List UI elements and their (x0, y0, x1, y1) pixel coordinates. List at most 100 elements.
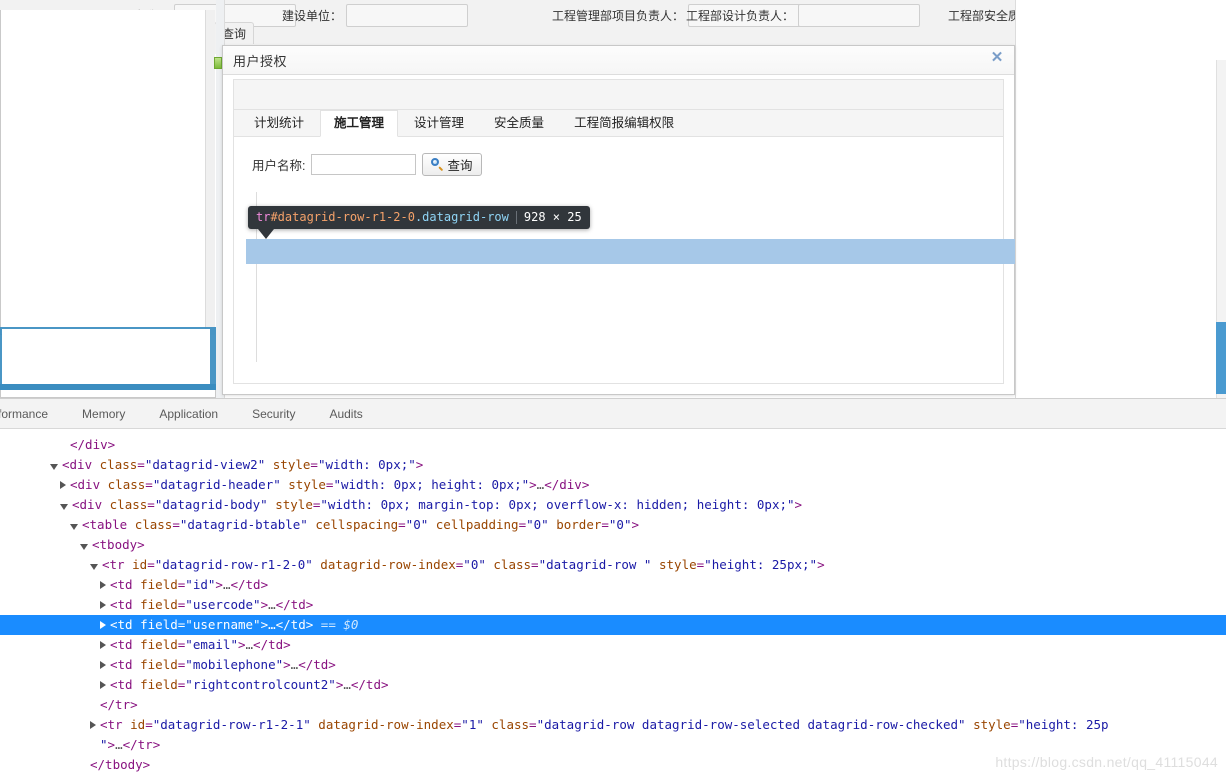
chevron-right-icon[interactable] (100, 660, 106, 669)
tab-safety-quality[interactable]: 安全质量 (480, 110, 558, 136)
dom-token-pun: < (110, 637, 118, 652)
dom-token-attr: style (659, 557, 697, 572)
tab-design-management[interactable]: 设计管理 (400, 110, 478, 136)
dom-token-pun: = (147, 557, 155, 572)
badge-dimensions: 928 × 25 (523, 210, 582, 224)
dom-token-val: "1" (461, 717, 484, 732)
dom-line[interactable]: <tbody> (0, 535, 1226, 555)
dom-token-pun: < (110, 657, 118, 672)
dom-line[interactable]: <div class="datagrid-view2" style="width… (0, 455, 1226, 475)
chevron-down-icon[interactable] (50, 463, 58, 470)
dom-line[interactable]: <tr id="datagrid-row-r1-2-1" datagrid-ro… (0, 715, 1226, 735)
dom-token-plain (125, 557, 133, 572)
dom-token-txt: … (268, 597, 276, 612)
dom-line[interactable]: <div class="datagrid-body" style="width:… (0, 495, 1226, 515)
dom-token-plain (133, 657, 141, 672)
dom-token-attr: style (288, 477, 326, 492)
dom-token-plain (100, 477, 108, 492)
dom-token-val: "rightcontrolcount2" (185, 677, 336, 692)
chevron-right-icon[interactable] (100, 620, 106, 629)
close-icon[interactable]: ✕ (988, 49, 1006, 67)
dom-line[interactable]: <table class="datagrid-btable" cellspaci… (0, 515, 1226, 535)
dom-token-tag: div (69, 457, 93, 472)
chevron-right-icon[interactable] (100, 580, 106, 589)
dom-token-val: "0" (608, 517, 632, 532)
dom-token-attr: id (132, 557, 148, 572)
dom-line[interactable]: <td field="rightcontrolcount2">…</td> (0, 675, 1226, 695)
chevron-down-icon[interactable] (60, 503, 68, 510)
dom-token-plain (966, 717, 974, 732)
badge-element-id: #datagrid-row-r1-2-0 (270, 210, 415, 224)
gutter-green-tab-icon[interactable] (214, 57, 222, 69)
dom-token-plain (651, 557, 659, 572)
dom-token-dollar: == $0 (313, 617, 359, 632)
chevron-down-icon[interactable] (90, 563, 98, 570)
dom-token-pun: </td> (230, 577, 269, 592)
devtools-tab-memory[interactable]: Memory (65, 400, 142, 428)
dom-line[interactable]: <tr id="datagrid-row-r1-2-0" datagrid-ro… (0, 555, 1226, 575)
dom-token-val: "height: 25px;" (704, 557, 818, 572)
screen-root: 项目名称： 建设单位： 工程管理部项目负责人： 工程部设计负责人： 工程部安全质… (0, 0, 1226, 775)
chevron-right-icon[interactable] (60, 480, 66, 489)
dom-token-val: "mobilephone" (185, 657, 284, 672)
dom-token-tag: tr (107, 717, 123, 732)
devtools-panel: formance Memory Application Security Aud… (0, 398, 1226, 775)
form-field-construction-unit: 建设单位： (282, 4, 469, 27)
dom-token-attr: cellspacing (315, 517, 399, 532)
left-panel-footer (0, 390, 216, 398)
left-app-panel (0, 10, 215, 335)
devtools-tab-performance[interactable]: formance (0, 400, 65, 428)
dom-token-val: "0" (405, 517, 429, 532)
devtools-tab-application[interactable]: Application (142, 400, 235, 428)
dom-token-plain (133, 637, 141, 652)
dom-line[interactable]: <td field="mobilephone">…</td> (0, 655, 1226, 675)
dom-token-val: "username" (185, 617, 261, 632)
dom-line[interactable]: </div> (0, 435, 1226, 455)
dom-token-plain (127, 517, 135, 532)
dom-line[interactable]: <td field="usercode">…</td> (0, 595, 1226, 615)
form-input-construction-unit[interactable] (346, 4, 469, 27)
dom-token-pun: = (145, 477, 153, 492)
dom-token-attr: class (134, 517, 173, 532)
chevron-down-icon[interactable] (80, 543, 88, 550)
dom-line-selected[interactable]: <td field="username">…</td> == $0 (0, 615, 1226, 635)
chevron-right-icon[interactable] (100, 640, 106, 649)
dom-line[interactable]: <td field="id">…</td> (0, 575, 1226, 595)
devtools-tab-audits[interactable]: Audits (312, 400, 379, 428)
dom-token-val: "email" (185, 637, 238, 652)
search-input[interactable] (311, 154, 417, 175)
dom-token-val: "usercode" (185, 597, 261, 612)
dom-token-attr: class (99, 457, 138, 472)
dom-token-attr: field (140, 637, 178, 652)
dom-token-plain (102, 497, 110, 512)
dom-token-plain (92, 457, 100, 472)
badge-element-class: .datagrid-row (414, 210, 509, 224)
dom-line[interactable]: <div class="datagrid-header" style="widt… (0, 475, 1226, 495)
dom-token-plain (133, 577, 141, 592)
dom-token-val: "datagrid-btable" (179, 517, 308, 532)
chevron-down-icon[interactable] (70, 523, 78, 530)
chevron-right-icon[interactable] (100, 600, 106, 609)
dom-token-tag: div (77, 477, 101, 492)
dom-line[interactable]: </tr> (0, 695, 1226, 715)
tab-construction-management[interactable]: 施工管理 (320, 110, 399, 137)
dom-line[interactable]: <td field="email">…</td> (0, 635, 1226, 655)
tab-project-brief-edit-rights[interactable]: 工程简报编辑权限 (560, 110, 688, 136)
dom-line[interactable]: ">…</tr> (0, 735, 1226, 755)
chevron-right-icon[interactable] (100, 680, 106, 689)
dom-token-pun: </td> (253, 637, 291, 652)
dom-token-attr: class (493, 557, 532, 572)
dom-token-pun: < (110, 617, 118, 632)
form-input-design-leader[interactable] (798, 4, 921, 27)
form-label-design-leader: 工程部设计负责人： (686, 9, 795, 23)
devtools-tab-security[interactable]: Security (235, 400, 312, 428)
chevron-right-icon[interactable] (90, 720, 96, 729)
search-button[interactable]: 查询 (422, 153, 482, 176)
tab-plan-statistics[interactable]: 计划统计 (240, 110, 318, 136)
dom-token-attr: datagrid-row-index (320, 557, 456, 572)
dom-token-pun: > (794, 497, 803, 512)
dom-tree-view[interactable]: </div> <div class="datagrid-view2" style=… (0, 429, 1226, 775)
dom-token-pun: > (283, 657, 291, 672)
dom-token-pun: > (237, 637, 246, 652)
dom-token-txt: … (245, 637, 254, 652)
